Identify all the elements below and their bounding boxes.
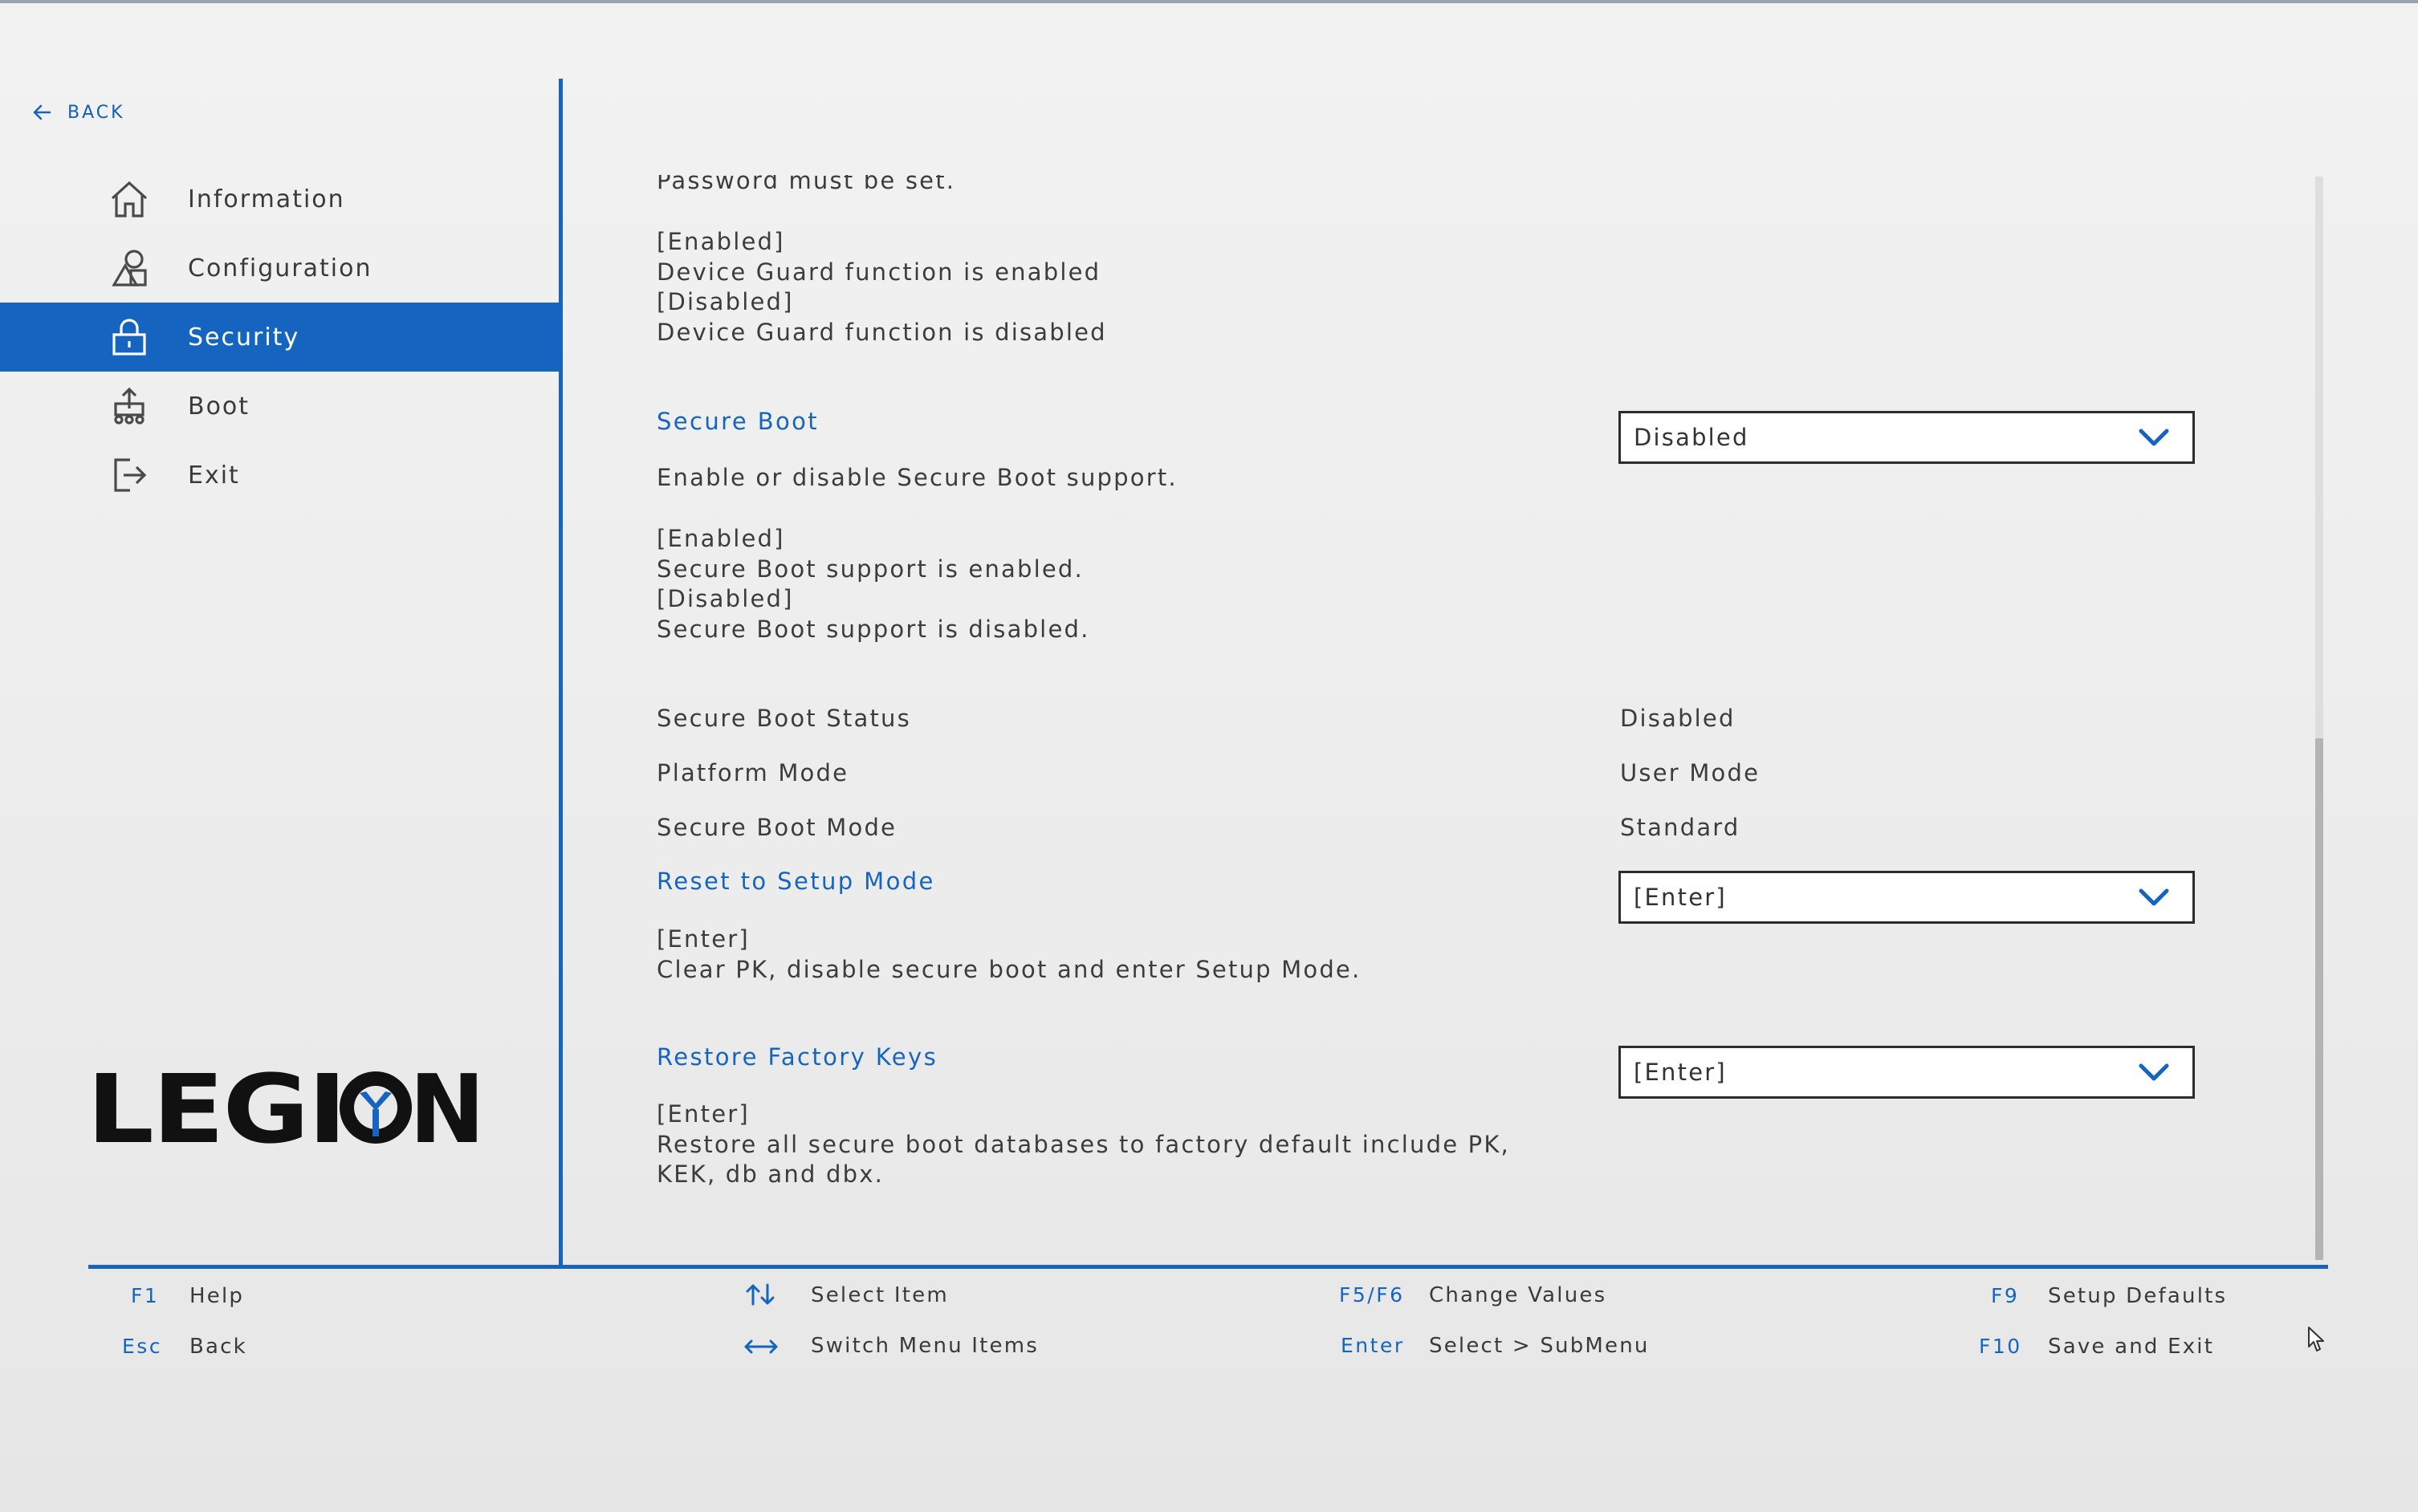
option-description: Enable or disable Secure Boot support. — [657, 464, 1178, 491]
menu-item-boot[interactable]: Boot — [0, 372, 559, 441]
chevron-down-icon — [2139, 888, 2169, 906]
f10-key: F10 — [1979, 1335, 2022, 1358]
enter-key: Enter — [1341, 1334, 1405, 1357]
help-line: Clear PK, disable secure boot and enter … — [657, 956, 1362, 983]
restore-factory-keys-title[interactable]: Restore Factory Keys — [657, 1043, 938, 1071]
f1-key: F1 — [131, 1284, 160, 1307]
esc-description: Back — [189, 1335, 247, 1359]
help-line: Device Guard function is enabled — [657, 258, 1101, 286]
menu-item-label: Exit — [188, 461, 240, 490]
platform-mode-value: User Mode — [1620, 759, 1761, 786]
chevron-down-icon — [2139, 429, 2169, 446]
home-icon — [111, 181, 148, 217]
footer-divider — [88, 1265, 2328, 1269]
esc-key: Esc — [122, 1335, 163, 1358]
platform-mode-label: Platform Mode — [657, 759, 849, 786]
help-line: [Enter] — [657, 925, 750, 953]
menu-item-label: Information — [188, 185, 345, 213]
dropdown-value: Disabled — [1634, 424, 1749, 451]
security-settings-panel: Password must be set. [Enabled] Device G… — [657, 161, 2310, 1260]
menu-item-configuration[interactable]: Configuration — [0, 234, 559, 303]
f5-f6-description: Change Values — [1429, 1283, 1607, 1307]
enter-description: Select > SubMenu — [1429, 1334, 1650, 1358]
secure-boot-dropdown[interactable]: Disabled — [1618, 411, 2195, 464]
lock-icon — [112, 319, 146, 356]
secure-boot-status-label: Secure Boot Status — [657, 705, 911, 732]
shapes-icon — [112, 250, 147, 287]
back-label: BACK — [67, 102, 125, 123]
menu-item-label: Boot — [188, 392, 250, 421]
secure-boot-mode-value: Standard — [1620, 814, 1740, 841]
help-line: [Disabled] — [657, 585, 794, 612]
help-line: Secure Boot support is enabled. — [657, 555, 1084, 583]
legion-logo: LEGI N — [87, 1059, 485, 1156]
boot-icon — [114, 387, 145, 425]
help-line: Restore all secure boot databases to fac… — [657, 1131, 1510, 1158]
dropdown-value: [Enter] — [1634, 884, 1727, 911]
mouse-pointer-icon — [2308, 1327, 2324, 1351]
secure-boot-status-value: Disabled — [1620, 705, 1736, 732]
left-right-arrows-icon — [744, 1339, 778, 1354]
svg-text:N: N — [409, 1059, 485, 1156]
f9-description: Setup Defaults — [2048, 1284, 2228, 1308]
menu-item-information[interactable]: Information — [0, 165, 559, 234]
f9-key: F9 — [1991, 1284, 2020, 1307]
f1-description: Help — [189, 1284, 245, 1308]
main-menu: Information Configuration Security Boot … — [0, 165, 559, 510]
help-line: [Enabled] — [657, 228, 785, 255]
help-line: [Enter] — [657, 1100, 750, 1128]
help-line: Device Guard function is disabled — [657, 319, 1107, 346]
f10-description: Save and Exit — [2048, 1335, 2215, 1359]
f5-f6-key: F5/F6 — [1339, 1283, 1405, 1307]
arrow-left-icon — [33, 104, 51, 120]
menu-item-label: Security — [188, 323, 300, 352]
secure-boot-title[interactable]: Secure Boot — [657, 408, 819, 435]
select-item-description: Select Item — [811, 1283, 949, 1307]
back-button[interactable]: BACK — [31, 101, 125, 124]
partial-help-line: Password must be set. — [657, 167, 956, 194]
help-line: KEK, db and dbx. — [657, 1160, 885, 1188]
chevron-down-icon — [2139, 1063, 2169, 1081]
reset-setup-mode-dropdown[interactable]: [Enter] — [1618, 871, 2195, 924]
svg-text:LEGI: LEGI — [87, 1059, 345, 1156]
dropdown-value: [Enter] — [1634, 1059, 1727, 1086]
reset-setup-mode-title[interactable]: Reset to Setup Mode — [657, 868, 935, 895]
menu-item-security[interactable]: Security — [0, 303, 559, 372]
bios-screen: BACK Information Configuration Security … — [0, 0, 2418, 1512]
sidebar-divider — [559, 79, 563, 1266]
menu-item-exit[interactable]: Exit — [0, 441, 559, 510]
switch-menu-description: Switch Menu Items — [811, 1334, 1040, 1358]
help-line: Secure Boot support is disabled. — [657, 616, 1090, 643]
up-down-arrows-icon — [746, 1283, 775, 1306]
help-line: [Enabled] — [657, 525, 785, 552]
top-border — [0, 0, 2418, 3]
secure-boot-mode-label: Secure Boot Mode — [657, 814, 898, 841]
menu-item-label: Configuration — [188, 254, 372, 282]
exit-icon — [114, 458, 147, 492]
help-line: [Disabled] — [657, 288, 794, 315]
scrollbar-thumb[interactable] — [2315, 738, 2323, 1260]
restore-factory-keys-dropdown[interactable]: [Enter] — [1618, 1046, 2195, 1099]
